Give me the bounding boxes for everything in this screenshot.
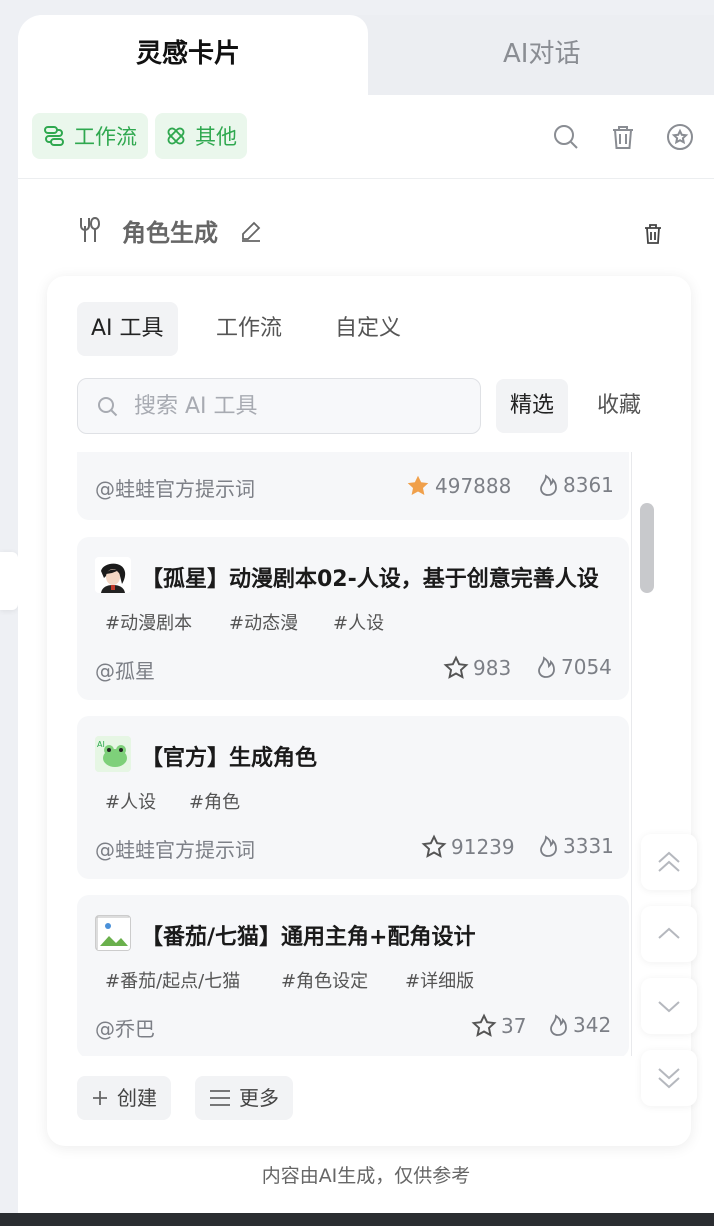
window-edge <box>0 1213 714 1226</box>
hot-count: 3331 <box>563 834 614 858</box>
item-stars: 983 <box>443 655 511 681</box>
item-author: @孤星 <box>95 659 155 683</box>
fire-icon <box>540 474 557 496</box>
item-tag: #动态漫 <box>229 613 299 634</box>
scrollbar-thumb[interactable] <box>640 503 654 593</box>
scroll-bottom-button[interactable] <box>641 1050 697 1106</box>
hot-count: 7054 <box>561 655 612 679</box>
left-collapse-handle[interactable] <box>0 552 18 610</box>
scroll-up-button[interactable] <box>641 906 697 962</box>
list-item[interactable]: 【番茄/七猫】通用主角+配角设计 #番茄/起点/七猫 #角色设定 #详细版 @乔… <box>77 895 629 1056</box>
menu-icon <box>210 1090 230 1106</box>
item-title: 【孤星】动漫剧本02-人设，基于创意完善人设 <box>141 567 599 592</box>
hot-count: 342 <box>573 1013 612 1037</box>
item-tag: #人设 <box>333 613 385 634</box>
star-count: 497888 <box>435 474 512 498</box>
tab-inspiration-cards-label: 灵感卡片 <box>136 39 241 69</box>
filter-featured[interactable]: 精选 <box>496 379 569 433</box>
subtab-workflow[interactable]: 工作流 <box>202 302 296 356</box>
item-tag: #角色设定 <box>281 971 369 992</box>
workflow-icon <box>44 126 64 146</box>
card-title: 角色生成 <box>122 219 218 247</box>
scroll-down-button[interactable] <box>641 978 697 1034</box>
star-count: 91239 <box>451 835 515 859</box>
double-chevron-up-icon <box>658 851 680 872</box>
item-hot: 3331 <box>537 834 614 858</box>
hot-count: 8361 <box>563 473 614 497</box>
item-author: @蛙蛙官方提示词 <box>95 477 255 501</box>
search-icon <box>98 397 118 417</box>
delete-card-icon[interactable] <box>641 222 665 246</box>
scroll-top-button[interactable] <box>641 834 697 890</box>
star-filled-icon[interactable] <box>405 473 431 499</box>
item-tag: #动漫剧本 <box>105 613 193 634</box>
fire-icon <box>540 835 557 857</box>
item-hot: 8361 <box>537 473 614 497</box>
list-item[interactable]: 【孤星】动漫剧本02-人设，基于创意完善人设 #动漫剧本 #动态漫 #人设 @孤… <box>77 537 629 700</box>
side-panel: 灵感卡片 AI对话 工作流 其他 角色生成 AI 工具 工作流 自定义 搜索 A… <box>18 15 714 1213</box>
star-count: 37 <box>501 1014 527 1038</box>
star-icon[interactable] <box>421 834 447 860</box>
item-tag: #人设 <box>105 792 157 813</box>
tool-list: @蛙蛙官方提示词 497888 8361 【孤星】动漫剧本02-人设，基于创意完… <box>77 452 661 1056</box>
item-author: @蛙蛙官方提示词 <box>95 838 255 862</box>
list-item[interactable]: @蛙蛙官方提示词 497888 8361 <box>77 452 629 520</box>
create-label: 创建 <box>117 1086 157 1110</box>
subtab-custom[interactable]: 自定义 <box>321 302 415 356</box>
item-stars: 91239 <box>421 834 515 860</box>
item-tag: #详细版 <box>405 971 475 992</box>
card-header: 角色生成 <box>18 205 714 257</box>
broken-image-icon <box>95 915 131 951</box>
fire-icon <box>538 656 555 678</box>
item-tag: #角色 <box>189 792 241 813</box>
double-chevron-down-icon <box>658 1068 680 1089</box>
star-icon[interactable] <box>443 655 469 681</box>
tool-picker-card: AI 工具 工作流 自定义 精选 收藏 @蛙蛙官方提示词 497888 8361 <box>47 276 691 1146</box>
item-avatar: AI <box>95 736 131 772</box>
item-hot: 342 <box>547 1013 611 1037</box>
item-author: @乔巴 <box>95 1017 155 1041</box>
item-avatar <box>95 557 131 593</box>
more-label: 更多 <box>239 1086 279 1110</box>
tool-search-box <box>77 378 481 434</box>
more-button[interactable]: 更多 <box>195 1076 293 1120</box>
toolbar: 工作流 其他 <box>18 95 714 179</box>
create-button[interactable]: 创建 <box>77 1076 171 1120</box>
edit-icon[interactable] <box>239 219 263 243</box>
item-tag: #番茄/起点/七猫 <box>105 971 241 992</box>
search-icon[interactable] <box>551 122 581 152</box>
svg-text:AI: AI <box>97 740 105 749</box>
top-tabs: 灵感卡片 AI对话 <box>18 15 714 95</box>
star-icon[interactable] <box>471 1013 497 1039</box>
ai-disclaimer: 内容由AI生成，仅供参考 <box>261 1165 471 1187</box>
star-circle-icon[interactable] <box>665 122 695 152</box>
tab-ai-chat-label: AI对话 <box>503 39 581 69</box>
other-chip-label: 其他 <box>195 125 237 149</box>
other-chip[interactable]: 其他 <box>155 113 247 159</box>
tools-icon <box>80 216 101 242</box>
chevron-down-icon <box>658 1001 680 1013</box>
subtab-ai-tools[interactable]: AI 工具 <box>77 302 178 356</box>
trash-icon[interactable] <box>608 122 638 152</box>
item-title: 【番茄/七猫】通用主角+配角设计 <box>141 925 476 950</box>
item-stars: 37 <box>471 1013 526 1039</box>
list-item[interactable]: AI 【官方】生成角色 #人设 #角色 @蛙蛙官方提示词 91239 3331 <box>77 716 629 879</box>
item-hot: 7054 <box>535 655 612 679</box>
item-title: 【官方】生成角色 <box>141 746 318 771</box>
filter-favorites[interactable]: 收藏 <box>583 379 655 433</box>
item-stars: 497888 <box>405 473 511 499</box>
fire-icon <box>550 1014 567 1036</box>
star-count: 983 <box>473 656 512 680</box>
tool-search-input[interactable] <box>134 387 464 425</box>
plus-icon <box>93 1091 107 1105</box>
workflow-chip-label: 工作流 <box>74 125 137 149</box>
bandage-icon <box>167 127 185 145</box>
workflow-chip[interactable]: 工作流 <box>32 113 148 159</box>
chevron-up-icon <box>658 927 680 939</box>
